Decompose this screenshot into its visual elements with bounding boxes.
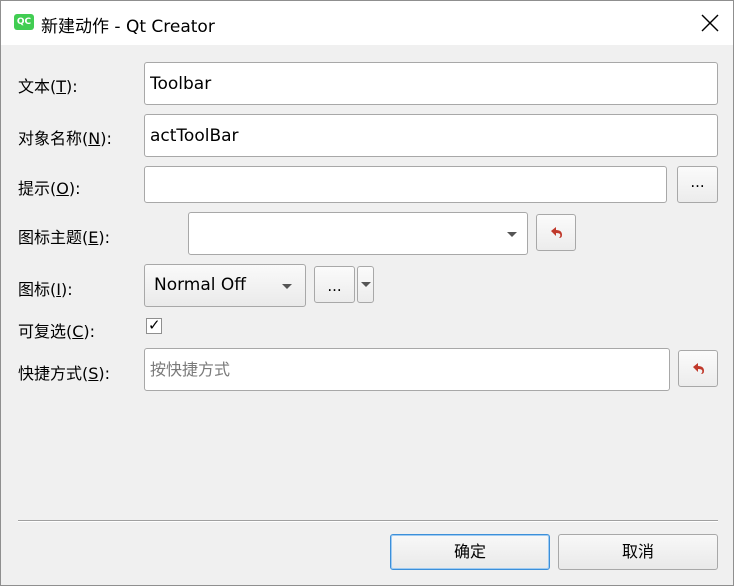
window-title: 新建动作 - Qt Creator [41,17,215,37]
reset-arrow-icon [551,227,562,238]
tooltip-input[interactable] [144,166,667,203]
chevron-down-icon [361,282,371,287]
icon-mode-value: Normal Off [154,275,247,295]
new-action-dialog: QC 新建动作 - Qt Creator 文本(T): 对象名称(N): 提示(… [0,0,734,586]
object-name-label: 对象名称(N): [18,129,112,148]
qt-creator-app-icon: QC [14,14,34,30]
reset-arrow-icon [693,363,704,374]
object-name-input[interactable] [144,114,718,157]
cancel-button[interactable]: 取消 [558,534,718,570]
icon-label: 图标(I): [18,280,73,299]
shortcut-label: 快捷方式(S): [18,364,111,383]
chevron-down-icon [282,284,292,289]
icon-theme-reset-button[interactable] [536,214,576,251]
checkable-label: 可复选(C): [18,322,96,341]
close-button[interactable] [687,1,733,45]
text-input[interactable] [144,62,718,105]
icon-mode-combobox[interactable]: Normal Off [144,264,306,307]
icon-theme-combobox[interactable] [188,212,528,255]
button-separator [18,520,718,522]
icon-browse-button[interactable]: ... [314,266,355,303]
icon-menu-button[interactable] [357,266,374,303]
tooltip-label: 提示(O): [18,179,81,198]
chevron-down-icon [507,232,517,237]
close-icon [701,14,719,32]
shortcut-reset-button[interactable] [678,350,718,387]
text-label: 文本(T): [18,77,78,96]
checkmark-icon: ✓ [148,316,161,334]
title-bar: QC 新建动作 - Qt Creator [1,1,733,45]
checkable-checkbox[interactable]: ✓ [146,316,162,334]
tooltip-edit-button[interactable]: ... [677,166,718,203]
shortcut-input[interactable] [144,348,670,391]
ok-button[interactable]: 确定 [390,534,550,570]
icon-theme-label: 图标主题(E): [18,228,110,247]
